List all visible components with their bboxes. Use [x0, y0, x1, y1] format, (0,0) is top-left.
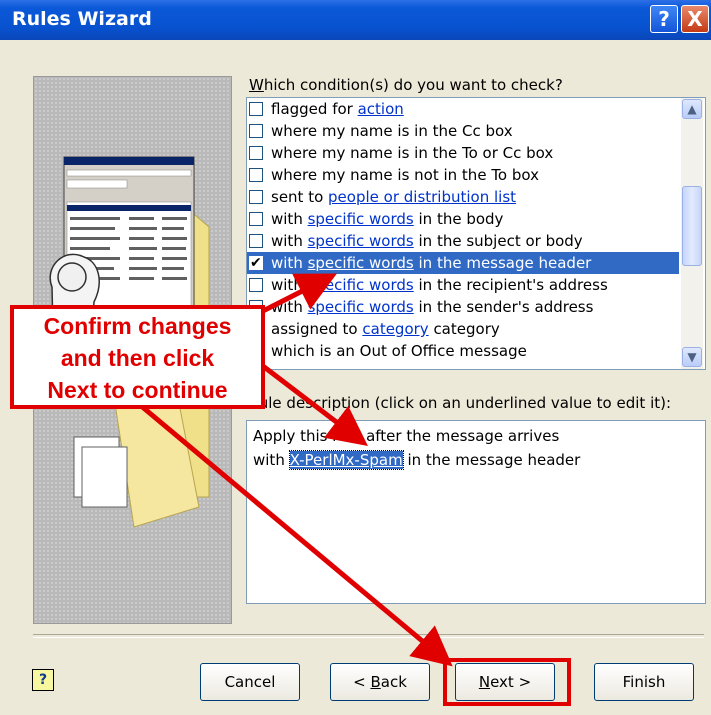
annotation-callout: Confirm changes and then click Next to c… [10, 305, 265, 409]
next-button-highlight [443, 658, 571, 706]
arrow-to-description [253, 358, 368, 447]
annotation-line-2: and then click [60, 345, 215, 371]
arrow-to-selected-condition [253, 273, 337, 318]
arrow-to-next-button [138, 403, 453, 667]
rules-wizard-window: Rules Wizard ? X Which condition(s) do y… [0, 0, 711, 715]
annotation-line-3: Next to continue [47, 377, 228, 403]
annotation-line-1: Confirm changes [43, 313, 232, 339]
